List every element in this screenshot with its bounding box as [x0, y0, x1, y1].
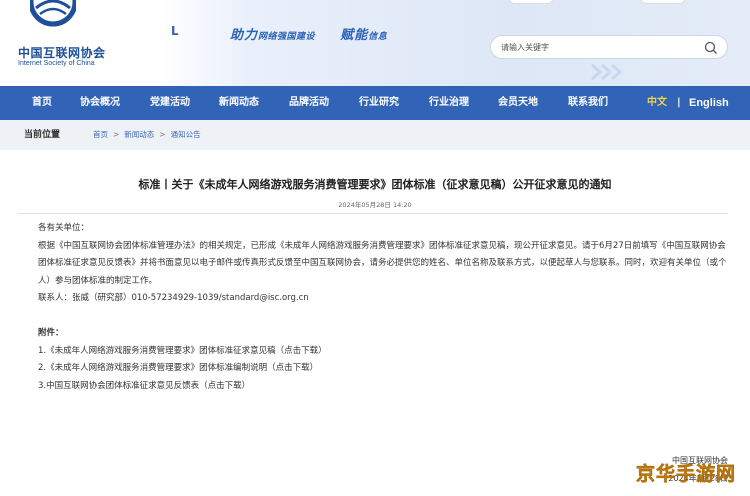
article-title: 标准丨关于《未成年人网络游戏服务消费管理要求》团体标准（征求意见稿）公开征求意见… — [138, 178, 612, 191]
lang-english[interactable]: English — [689, 86, 729, 120]
nav-item-news[interactable]: 新闻动态 — [219, 86, 259, 120]
article-date: 2024年05月28日 14:20 — [338, 201, 412, 209]
top-strip-pill[interactable] — [640, 0, 686, 4]
article-paragraph: 根据《中国互联网协会团体标准管理办法》的相关规定，已形成《未成年人网络游戏服务消… — [38, 240, 727, 286]
main-nav: 首页 协会概况 党建活动 新闻动态 品牌活动 行业研究 行业治理 会员天地 联系… — [0, 86, 750, 120]
breadcrumb-link-news[interactable]: 新闻动态 — [124, 130, 154, 139]
lang-chinese[interactable]: 中文 — [647, 86, 667, 120]
title-divider — [18, 213, 728, 214]
breadcrumb-path: 首页 > 新闻动态 > 通知公告 — [93, 120, 201, 150]
search-icon[interactable] — [703, 40, 719, 56]
slogan-word-2: 赋能 — [340, 28, 369, 43]
attachment-link-2[interactable]: 2.《未成年人网络游戏服务消费管理要求》团体标准编制说明（点击下载） — [18, 360, 734, 378]
top-utility-strip — [0, 0, 750, 6]
breadcrumb-separator: > — [113, 130, 120, 139]
attachments-heading: 附件： — [38, 328, 64, 338]
attachment-link-1[interactable]: 1.《未成年人网络游戏服务消费管理要求》团体标准征求意见稿（点击下载） — [18, 343, 734, 361]
slogan-phrase-2: 信息 — [368, 32, 388, 42]
nav-item-events[interactable]: 品牌活动 — [289, 86, 329, 120]
watermark-logo: 京华手游网 — [636, 463, 737, 486]
site-header: 中国互联网协会 Internet Society of China ᒪ 助力网络… — [0, 0, 750, 86]
nav-item-party[interactable]: 党建活动 — [150, 86, 190, 120]
logo-chinese-name[interactable]: 中国互联网协会 — [18, 44, 106, 61]
nav-item-governance[interactable]: 行业治理 — [429, 86, 469, 120]
slogan-word-1: 助力 — [230, 28, 259, 43]
nav-item-contact[interactable]: 联系我们 — [568, 86, 608, 120]
nav-item-home[interactable]: 首页 — [32, 86, 52, 120]
breadcrumb-title: 当前位置 — [24, 130, 61, 140]
search-input[interactable] — [501, 40, 691, 55]
lang-separator: | — [677, 97, 681, 108]
nav-item-research[interactable]: 行业研究 — [359, 86, 399, 120]
attachment-link-3[interactable]: 3.中国互联网协会团体标准征求意见反馈表（点击下载） — [18, 378, 734, 396]
breadcrumb-link-notices[interactable]: 通知公告 — [171, 130, 201, 139]
search-box — [490, 35, 728, 59]
breadcrumb-separator: > — [159, 130, 166, 139]
banner-mark: ᒪ — [171, 24, 179, 38]
top-strip-pill[interactable] — [508, 0, 554, 4]
logo-english-name[interactable]: Internet Society of China — [18, 60, 95, 67]
slogan-phrase-1: 网络强国建设 — [258, 32, 316, 42]
article-contact: 联系人：张威（研究部）010-57234929-1039/standard@is… — [38, 293, 309, 303]
breadcrumb-link-home[interactable]: 首页 — [93, 130, 108, 139]
breadcrumb: 当前位置 首页 > 新闻动态 > 通知公告 — [0, 120, 750, 150]
nav-item-members[interactable]: 会员天地 — [498, 86, 538, 120]
article-body: 各有关单位： 根据《中国互联网协会团体标准管理办法》的相关规定，已形成《未成年人… — [18, 220, 734, 395]
header-slogan: 助力网络强国建设 赋能信息 — [230, 24, 387, 43]
decorative-chevrons-icon — [591, 63, 622, 81]
article-salutation: 各有关单位： — [38, 223, 90, 233]
isc-logo-icon[interactable] — [30, 0, 76, 36]
nav-item-about[interactable]: 协会概况 — [80, 86, 120, 120]
